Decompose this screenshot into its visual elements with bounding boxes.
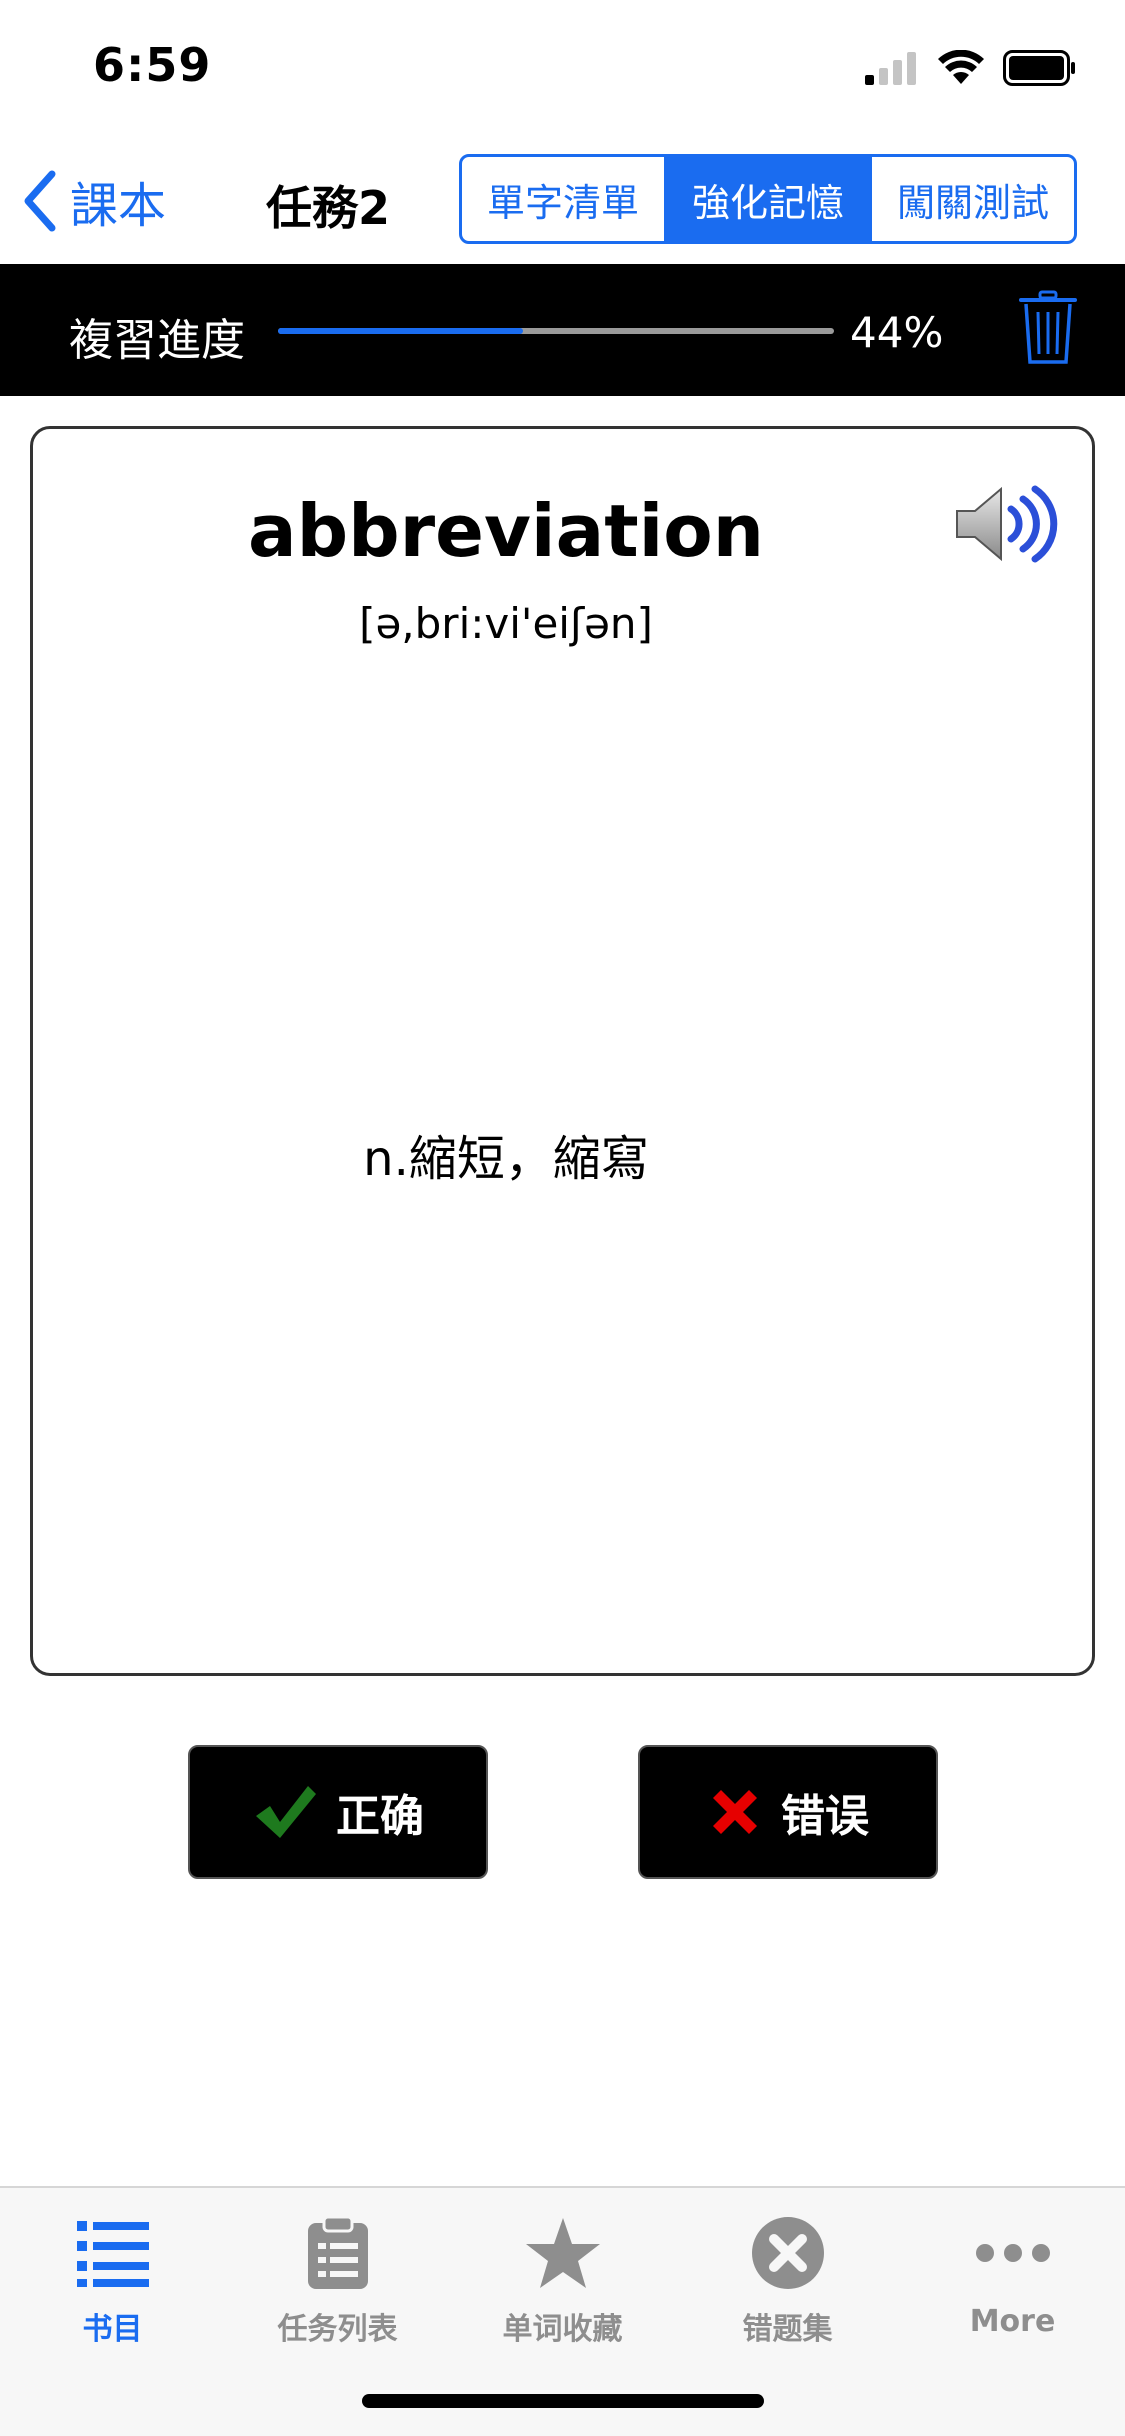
segment-level-test[interactable]: 闖關測試 bbox=[872, 157, 1074, 241]
trash-button[interactable] bbox=[1018, 290, 1078, 370]
segment-memory-boost[interactable]: 強化記憶 bbox=[667, 157, 872, 241]
flash-card[interactable]: abbreviation [ə,bri:vi'eiʃən] n.縮短，縮寫 bbox=[30, 426, 1095, 1676]
card-word: abbreviation bbox=[247, 489, 765, 573]
speaker-icon bbox=[956, 485, 1058, 563]
back-label: 課本 bbox=[70, 178, 167, 234]
navigation-bar: 課本 任務2 單字清單 強化記憶 闖關測試 bbox=[0, 132, 1125, 264]
status-time: 6:59 bbox=[93, 38, 212, 92]
correct-label: 正确 bbox=[336, 1791, 424, 1842]
back-button[interactable]: 課本 bbox=[22, 166, 166, 236]
chevron-left-icon bbox=[24, 170, 56, 232]
progress-track bbox=[278, 328, 834, 334]
battery-icon bbox=[1003, 50, 1075, 86]
red-x-icon bbox=[713, 1790, 757, 1834]
clipboard-icon bbox=[307, 2215, 368, 2289]
status-bar: 6:59 bbox=[0, 0, 1125, 132]
card-phonetic: [ə,bri:vi'eiʃən] bbox=[359, 599, 653, 648]
speaker-button[interactable] bbox=[953, 479, 1063, 573]
tab-word-favorites[interactable]: 单词收藏 bbox=[450, 2208, 675, 2358]
tab-books[interactable]: 书目 bbox=[0, 2208, 225, 2358]
card-meaning: n.縮短，縮寫 bbox=[363, 1131, 649, 1187]
tab-label: 书目 bbox=[82, 2312, 143, 2347]
tab-label: More bbox=[969, 2304, 1056, 2339]
tab-label: 任务列表 bbox=[277, 2312, 398, 2347]
tab-label: 单词收藏 bbox=[502, 2312, 623, 2347]
list-icon bbox=[76, 2221, 149, 2287]
mode-segmented-control: 單字清單 強化記憶 闖關測試 bbox=[459, 154, 1077, 244]
correct-button[interactable]: 正确 bbox=[188, 1745, 488, 1879]
progress-fill bbox=[278, 328, 523, 334]
tab-label: 错题集 bbox=[742, 2312, 833, 2347]
more-icon bbox=[975, 2244, 1050, 2262]
wrong-label: 错误 bbox=[781, 1791, 869, 1842]
home-indicator bbox=[362, 2394, 764, 2408]
review-progress-bar: 複習進度 44% bbox=[0, 264, 1125, 396]
segment-word-list[interactable]: 單字清單 bbox=[462, 157, 667, 241]
trash-icon bbox=[1019, 290, 1077, 364]
tab-task-list[interactable]: 任务列表 bbox=[225, 2208, 450, 2358]
wrong-button[interactable]: 错误 bbox=[638, 1745, 938, 1879]
review-progress-label: 複習進度 bbox=[69, 315, 245, 366]
star-icon bbox=[525, 2218, 600, 2288]
tab-more[interactable]: More bbox=[900, 2208, 1125, 2358]
x-circle-icon bbox=[751, 2217, 824, 2289]
checkmark-icon bbox=[256, 1786, 316, 1838]
tab-mistakes[interactable]: 错题集 bbox=[675, 2208, 900, 2358]
status-icons bbox=[865, 50, 1077, 86]
progress-percent: 44% bbox=[850, 308, 944, 357]
wifi-icon bbox=[938, 50, 984, 84]
page-title: 任務2 bbox=[266, 181, 391, 235]
cellular-signal-icon bbox=[865, 52, 916, 85]
